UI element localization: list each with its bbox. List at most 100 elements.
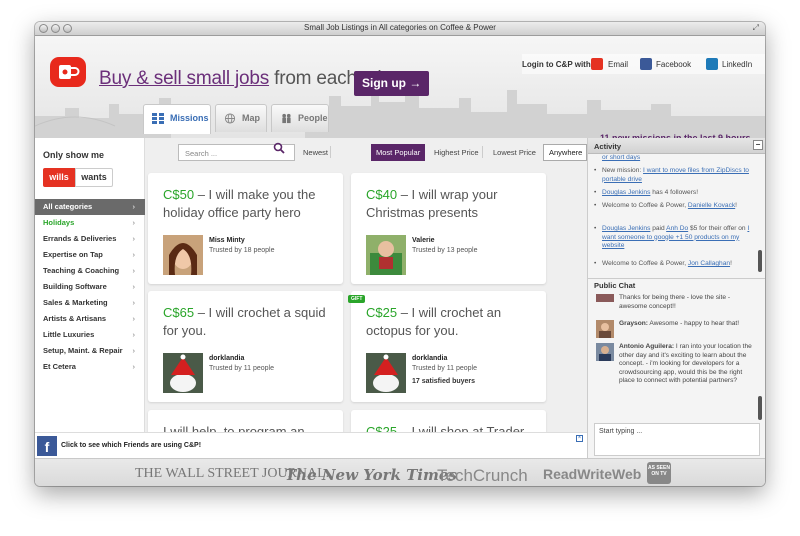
- trust-count: Trusted by 11 people: [412, 365, 477, 372]
- sidebar-item-et-cetera[interactable]: Et Cetera ›: [35, 359, 145, 375]
- activity-link[interactable]: Anh Do: [666, 225, 688, 232]
- mission-price: C$65: [163, 305, 195, 320]
- sidebar-item-luxuries[interactable]: Little Luxuries ›: [35, 327, 145, 343]
- category-sidebar: Only show me wills wants All categories ›…: [35, 138, 145, 458]
- sidebar-item-software[interactable]: Building Software ›: [35, 279, 145, 295]
- tab-label: Map: [242, 113, 260, 123]
- category-label: Sales & Marketing: [43, 298, 108, 307]
- people-icon: [282, 113, 291, 124]
- chevron-right-icon: ›: [132, 266, 136, 275]
- wants-toggle[interactable]: wants: [75, 168, 113, 187]
- login-facebook-link[interactable]: Facebook: [656, 60, 691, 69]
- avatar[interactable]: [163, 235, 203, 275]
- tagline-link[interactable]: Buy & sell small jobs: [99, 68, 269, 89]
- chat-author[interactable]: Grayson:: [619, 320, 648, 327]
- missions-listing: Search ... Newest Most Popular Highest P…: [145, 138, 587, 458]
- category-label: Building Software: [43, 282, 107, 291]
- chat-author[interactable]: Antonio Aguilera:: [619, 343, 674, 350]
- category-label: Errands & Deliveries: [43, 234, 117, 243]
- sort-highest-price[interactable]: Highest Price: [434, 148, 479, 157]
- minimize-icon[interactable]: −: [753, 140, 763, 150]
- wills-toggle[interactable]: wills: [43, 168, 75, 187]
- mission-title[interactable]: C$40 – I will wrap your Christmas presen…: [366, 186, 541, 222]
- mission-card[interactable]: C$40 – I will wrap your Christmas presen…: [351, 173, 546, 284]
- avatar[interactable]: [366, 235, 406, 275]
- sidebar-item-all-categories[interactable]: All categories ›: [35, 199, 145, 215]
- activity-item: New mission: I want to move files from Z…: [594, 167, 751, 184]
- chat-scrollbar[interactable]: [758, 396, 762, 420]
- sort-lowest-price[interactable]: Lowest Price: [493, 148, 536, 157]
- sort-most-popular[interactable]: Most Popular: [371, 144, 426, 161]
- trust-count: Trusted by 18 people: [209, 247, 275, 254]
- activity-link[interactable]: Jon Callaghan: [688, 260, 730, 267]
- chat-message: Thanks for being there - love the site -…: [596, 294, 754, 311]
- mission-title[interactable]: C$25 – I will crochet an octopus for you…: [366, 304, 541, 340]
- sidebar-item-expertise[interactable]: Expertise on Tap ›: [35, 247, 145, 263]
- facebook-icon: f: [37, 436, 57, 456]
- login-linkedin-link[interactable]: LinkedIn: [722, 60, 752, 69]
- chat-input[interactable]: Start typing ...: [594, 423, 760, 456]
- avatar[interactable]: [596, 343, 614, 361]
- sidebar-item-teaching[interactable]: Teaching & Coaching ›: [35, 263, 145, 279]
- location-select[interactable]: Anywhere: [543, 144, 587, 161]
- press-logo-techcrunch: TechCrunch: [437, 466, 528, 485]
- avatar[interactable]: [596, 320, 614, 338]
- facebook-bar-text[interactable]: Click to see which Friends are using C&P…: [61, 442, 201, 449]
- public-chat-header: Public Chat: [588, 278, 765, 292]
- chevron-right-icon: ›: [132, 202, 136, 211]
- tab-people[interactable]: People: [271, 104, 329, 132]
- search-icon[interactable]: [273, 142, 285, 154]
- user-name[interactable]: Miss Minty: [209, 237, 245, 244]
- facebook-icon: [640, 58, 652, 70]
- chat-message: Antonio Aguilera: I ran into your locati…: [596, 343, 754, 386]
- avatar[interactable]: [596, 294, 614, 302]
- activity-link[interactable]: Douglas Jenkins: [602, 225, 650, 232]
- category-label: Teaching & Coaching: [43, 266, 120, 275]
- activity-item: Douglas Jenkins has 4 followers!: [594, 189, 751, 198]
- press-logo-tv: AS SEEN ON TV: [647, 462, 671, 484]
- activity-link[interactable]: Douglas Jenkins: [602, 189, 650, 196]
- chevron-right-icon: ›: [132, 362, 136, 371]
- sidebar-item-errands[interactable]: Errands & Deliveries ›: [35, 231, 145, 247]
- mission-card[interactable]: C$65 – I will crochet a squid for you. d…: [148, 291, 343, 402]
- press-logo-nyt: The New York Times: [285, 466, 457, 484]
- fullscreen-icon[interactable]: ⤢: [753, 23, 759, 33]
- sort-divider: [482, 146, 483, 158]
- tab-map[interactable]: Map: [215, 104, 267, 132]
- sort-divider: [330, 146, 331, 158]
- user-name[interactable]: dorklandia: [209, 355, 244, 362]
- sign-up-button[interactable]: Sign up →: [354, 71, 430, 96]
- window-titlebar: Small Job Listings in All categories on …: [35, 22, 765, 36]
- sidebar-item-setup[interactable]: Setup, Maint. & Repair ›: [35, 343, 145, 359]
- sort-newest[interactable]: Newest: [303, 148, 328, 157]
- login-email-link[interactable]: Email: [608, 60, 628, 69]
- category-label: All categories: [43, 202, 93, 211]
- sidebar-item-holidays[interactable]: Holidays ›: [35, 215, 145, 231]
- login-prefix: Login to C&P with: [522, 60, 591, 69]
- activity-link[interactable]: Danielle Kovack: [688, 202, 735, 209]
- activity-text: has 4 followers!: [650, 189, 699, 196]
- chevron-right-icon: ›: [132, 330, 136, 339]
- mission-title[interactable]: C$65 – I will crochet a squid for you.: [163, 304, 338, 340]
- globe-icon: [224, 113, 236, 124]
- activity-scrollbar[interactable]: [758, 250, 762, 272]
- activity-text: $5 for their offer on: [688, 225, 748, 232]
- category-label: Little Luxuries: [43, 330, 95, 339]
- tab-missions[interactable]: Missions: [143, 104, 211, 134]
- mission-price: C$40: [366, 187, 398, 202]
- mission-title[interactable]: C$50 – I will make you the holiday offic…: [163, 186, 338, 222]
- avatar[interactable]: [366, 353, 406, 393]
- category-label: Et Cetera: [43, 362, 76, 371]
- sidebar-item-sales[interactable]: Sales & Marketing ›: [35, 295, 145, 311]
- user-name[interactable]: dorklandia: [412, 355, 447, 362]
- mission-card[interactable]: C$50 – I will make you the holiday offic…: [148, 173, 343, 284]
- coffee-cup-logo[interactable]: [50, 57, 86, 87]
- mission-card[interactable]: GIFT C$25 – I will crochet an octopus fo…: [348, 291, 546, 402]
- avatar[interactable]: [163, 353, 203, 393]
- sidebar-item-artists[interactable]: Artists & Artisans ›: [35, 311, 145, 327]
- user-name[interactable]: Valerie: [412, 237, 435, 244]
- category-label: Artists & Artisans: [43, 314, 107, 323]
- facebook-friends-bar[interactable]: f Click to see which Friends are using C…: [35, 432, 587, 458]
- activity-link[interactable]: or short days: [602, 154, 640, 161]
- close-icon[interactable]: ×: [576, 435, 583, 442]
